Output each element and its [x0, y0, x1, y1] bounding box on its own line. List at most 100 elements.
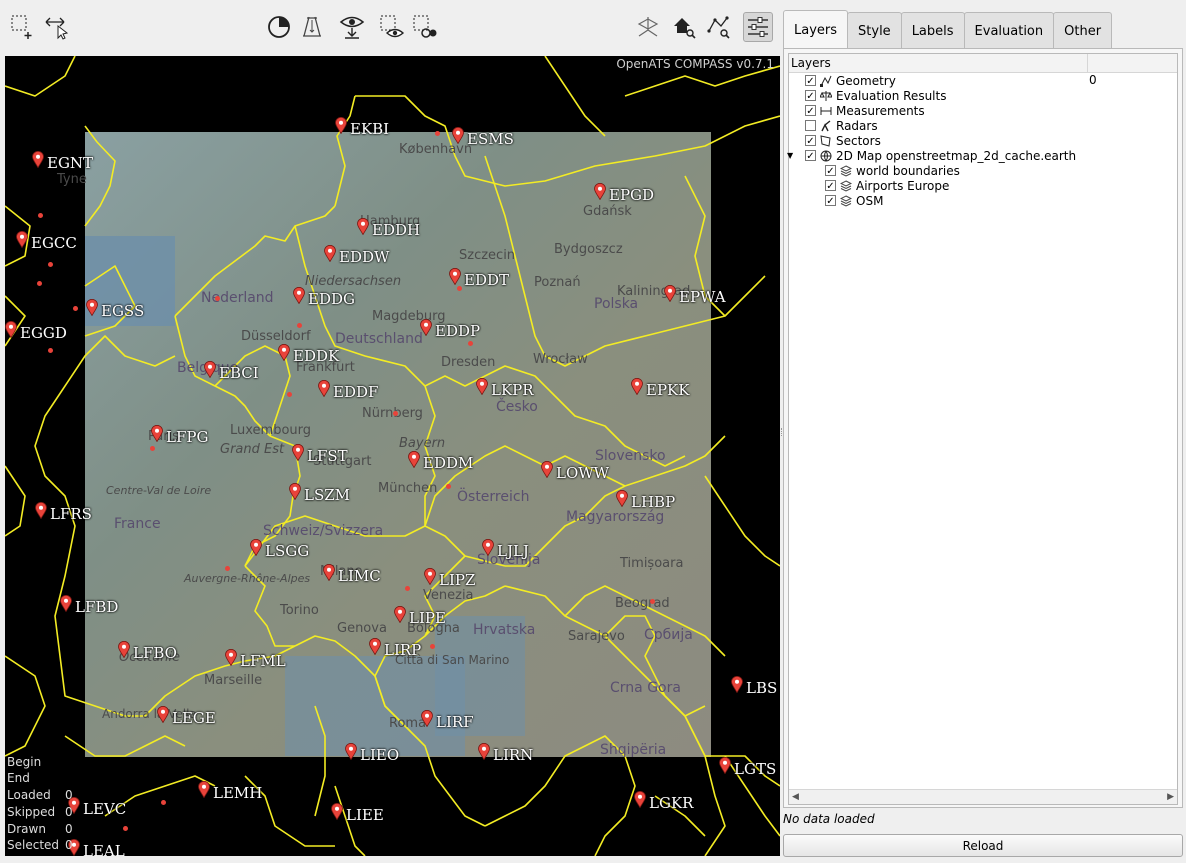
airport-marker[interactable]: EDDG	[293, 282, 355, 308]
airport-marker[interactable]: EGCC	[16, 226, 77, 252]
airport-marker[interactable]: EDDK	[278, 339, 339, 365]
airport-marker[interactable]: LEAL	[68, 834, 125, 856]
layer-label: Radars	[836, 118, 878, 133]
tab-evaluation[interactable]: Evaluation	[963, 12, 1055, 49]
tab-other[interactable]: Other	[1053, 12, 1113, 49]
airport-marker[interactable]: LIEE	[331, 798, 384, 824]
layer-checkbox[interactable]: ✓	[805, 75, 816, 87]
settings-sliders-icon[interactable]	[743, 12, 773, 42]
airport-marker[interactable]: LSGG	[250, 534, 309, 560]
airport-marker[interactable]: LEMH	[198, 776, 262, 802]
layer-row-sectors[interactable]: ✓ Sectors	[795, 133, 1175, 148]
airport-marker[interactable]: LFRS	[35, 497, 92, 523]
time-window-icon[interactable]	[264, 12, 294, 42]
airport-marker[interactable]: LIPE	[394, 601, 446, 627]
tab-style[interactable]: Style	[847, 12, 902, 49]
airport-marker[interactable]: EDDT	[449, 263, 509, 289]
layer-checkbox[interactable]	[805, 120, 816, 131]
city-label: Timișoara	[620, 556, 684, 571]
airport-marker[interactable]: LIRF	[421, 705, 474, 731]
airport-marker[interactable]: LBS	[731, 671, 777, 697]
map-pin-icon	[324, 244, 336, 262]
layer-row-evaluation-results[interactable]: ✓ Evaluation Results	[795, 88, 1175, 103]
tab-labels[interactable]: Labels	[900, 12, 965, 49]
eye-download-icon[interactable]	[337, 12, 367, 42]
layer-row-osm[interactable]: ✓ OSM	[815, 193, 1186, 208]
country-label: Hrvatska	[473, 622, 536, 638]
airport-marker[interactable]: EDDP	[420, 314, 480, 340]
airport-marker[interactable]: LKPR	[476, 373, 534, 399]
select-dots-icon[interactable]	[410, 12, 440, 42]
layer-row-measurements[interactable]: ✓ Measurements	[795, 103, 1175, 118]
layer-row-radars[interactable]: Radars	[795, 118, 1175, 133]
horizontal-scrollbar[interactable]: ◀ ▶	[789, 789, 1177, 804]
airport-marker[interactable]: EBCI	[204, 356, 259, 382]
airport-marker[interactable]: EPKK	[631, 373, 689, 399]
layer-checkbox[interactable]: ✓	[805, 105, 816, 117]
airport-marker[interactable]: EDDM	[408, 446, 473, 472]
airport-marker[interactable]: LSZM	[289, 478, 350, 504]
layer-checkbox[interactable]: ✓	[805, 135, 816, 147]
airport-marker[interactable]: LEGE	[157, 701, 216, 727]
layer-row-geometry[interactable]: ✓ Geometry 0	[795, 73, 1175, 88]
reload-button[interactable]: Reload	[783, 834, 1183, 857]
airport-marker[interactable]: LGTS	[719, 752, 776, 778]
map-pin-icon	[293, 286, 305, 304]
map-pin-icon	[634, 790, 646, 808]
layer-row-world-boundaries[interactable]: ✓ world boundaries	[815, 163, 1186, 178]
airport-code-label: EDDW	[339, 248, 390, 266]
airport-marker[interactable]: EKBI	[335, 112, 389, 138]
expand-arrow-icon[interactable]: ▼	[787, 151, 793, 160]
airport-marker[interactable]: LIPZ	[424, 563, 475, 589]
airport-marker[interactable]: EGSS	[86, 294, 144, 320]
airport-marker[interactable]: EPWA	[664, 280, 726, 306]
airport-marker[interactable]: EGNT	[32, 146, 93, 172]
airport-marker[interactable]: EDDF	[318, 375, 378, 401]
map-pin-icon	[369, 637, 381, 655]
layer-checkbox[interactable]: ✓	[825, 180, 836, 192]
ruler-icon[interactable]	[297, 12, 327, 42]
airport-marker[interactable]: LIEO	[345, 738, 399, 764]
airport-marker[interactable]: ESMS	[452, 122, 514, 148]
airport-code-label: EDDP	[435, 322, 481, 340]
layer-row-airports-europe[interactable]: ✓ Airports Europe	[815, 178, 1186, 193]
airport-marker[interactable]: LEVC	[68, 792, 126, 818]
layer-checkbox[interactable]: ✓	[805, 150, 816, 162]
airport-marker[interactable]: LGKR	[634, 786, 693, 812]
home-zoom-icon[interactable]	[669, 12, 699, 42]
layer-checkbox[interactable]: ✓	[825, 165, 836, 177]
tab-layers[interactable]: Layers	[783, 10, 849, 49]
3d-axes-icon[interactable]	[633, 12, 663, 42]
airport-marker[interactable]: LOWW	[541, 456, 609, 482]
map-pin-icon	[664, 284, 676, 302]
select-eye-icon[interactable]	[377, 12, 407, 42]
graph-zoom-icon[interactable]	[704, 12, 734, 42]
airport-marker[interactable]: LJLJ	[482, 534, 529, 560]
airport-marker[interactable]: LHBP	[616, 485, 675, 511]
airport-marker[interactable]: LFBD	[60, 590, 118, 616]
airport-marker[interactable]: EDDW	[324, 240, 389, 266]
move-select-icon[interactable]	[42, 12, 72, 42]
airport-marker[interactable]: LIRN	[478, 738, 533, 764]
airport-marker[interactable]: EPGD	[594, 178, 654, 204]
airport-marker[interactable]: LFPG	[151, 420, 208, 446]
airport-marker[interactable]: LIRP	[369, 633, 421, 659]
map-pin-icon	[719, 756, 731, 774]
layer-checkbox[interactable]: ✓	[805, 90, 816, 102]
airport-marker[interactable]: LIMC	[323, 559, 381, 585]
airport-code-label: EDDG	[308, 290, 355, 308]
airport-marker[interactable]: LFBO	[118, 636, 177, 662]
airport-marker[interactable]: LFST	[292, 439, 348, 465]
airport-marker[interactable]: EGGD	[5, 316, 67, 342]
layer-row-2d-map-openstreetmap-2d-cache-earth[interactable]: ▼ ✓ 2D Map openstreetmap_2d_cache.earth	[787, 148, 1175, 163]
airport-code-label: EGNT	[47, 154, 94, 172]
scroll-right-icon[interactable]: ▶	[1167, 792, 1174, 802]
scroll-left-icon[interactable]: ◀	[792, 792, 799, 802]
airport-marker[interactable]: EDDH	[357, 213, 420, 239]
select-rect-icon[interactable]	[8, 12, 38, 42]
layer-checkbox[interactable]: ✓	[825, 195, 836, 207]
airport-marker[interactable]: LFML	[225, 644, 286, 670]
layers-tree[interactable]: Layers ✓ Geometry 0 ✓ Evaluation Results ✓ Mea…	[787, 53, 1178, 805]
map-view[interactable]: OpenATS COMPASS v0.7.1 København Gdańsk …	[5, 56, 780, 856]
tree-header-layers[interactable]: Layers	[789, 54, 1088, 72]
